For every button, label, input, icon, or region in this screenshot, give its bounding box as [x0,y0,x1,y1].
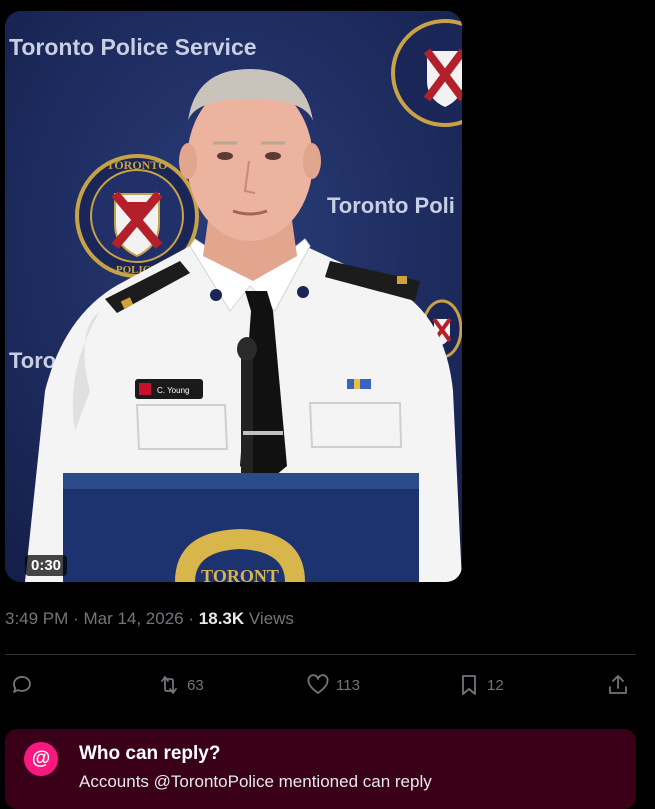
name-tag-text: C. Young [157,386,189,395]
reply-button[interactable] [10,670,34,700]
like-count: 113 [336,676,360,694]
svg-text:TORONT: TORONT [201,566,279,582]
at-icon: @ [24,742,58,776]
reply-settings-title: Who can reply? [79,743,221,764]
post-time[interactable]: 3:49 PM [5,609,68,628]
post-metadata: 3:49 PM · Mar 14, 2026 · 18.3K Views [5,609,294,629]
repost-icon [161,676,177,694]
reply-settings-panel: @ Who can reply? Accounts @TorontoPolice… [5,729,636,809]
divider [5,654,636,655]
meta-separator: · [188,609,195,628]
video-duration: 0:30 [25,555,68,576]
backdrop-text: Toronto Police Service [9,34,257,60]
repost-button[interactable]: 63 [157,670,204,700]
video-frame: Toronto Police Service Toronto Poli Toro… [5,11,462,582]
post-date[interactable]: Mar 14, 2026 [83,609,183,628]
bookmark-icon [462,675,476,695]
like-button[interactable]: 113 [306,670,360,700]
video-player[interactable]: Toronto Police Service Toronto Poli Toro… [5,11,462,582]
reply-icon [13,676,31,693]
heart-icon [307,674,329,694]
meta-separator: · [73,609,79,628]
repost-count: 63 [187,676,204,694]
bookmark-button[interactable]: 12 [457,670,504,700]
reply-settings-subtitle: Accounts @TorontoPolice mentioned can re… [79,772,432,791]
views-count: 18.3K [198,609,245,628]
bookmark-count: 12 [487,676,504,694]
svg-text:TORONTO: TORONTO [107,158,168,172]
backdrop-text-2: Toronto Poli [327,193,455,218]
share-button[interactable] [606,670,630,700]
views-label: Views [248,609,294,628]
share-icon [609,675,627,694]
